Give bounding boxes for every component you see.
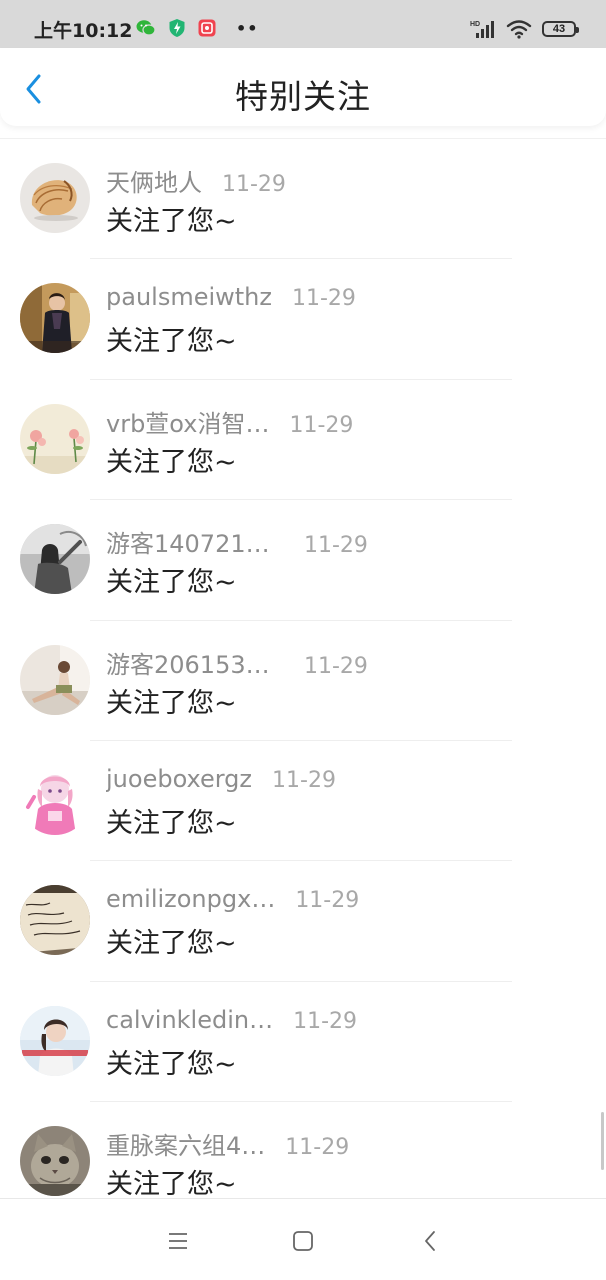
list-item[interactable]: 重脉案六组4… 11-29 关注了您~ <box>0 1102 606 1199</box>
avatar[interactable] <box>20 1005 90 1076</box>
follow-date: 11-29 <box>285 1135 350 1161</box>
follow-date: 11-29 <box>222 172 286 197</box>
notification-icons: •• <box>136 16 258 40</box>
battery-level: 43 <box>552 23 566 35</box>
avatar[interactable] <box>20 403 90 474</box>
user-name[interactable]: 重脉案六组4… <box>106 1126 265 1161</box>
follow-message: 关注了您~ <box>106 807 237 839</box>
follow-message: 关注了您~ <box>106 1048 237 1080</box>
scrollbar[interactable] <box>601 1112 604 1170</box>
follow-date: 11-29 <box>295 888 360 914</box>
nav-back-button[interactable] <box>412 1223 448 1259</box>
list-item[interactable]: juoeboxergz 11-29 关注了您~ <box>0 741 606 862</box>
user-name[interactable]: 游客1407216… <box>106 524 284 559</box>
list-item[interactable]: 游客2061537… 11-29 关注了您~ <box>0 621 606 741</box>
follow-date: 11-29 <box>304 533 368 559</box>
nav-home-button[interactable] <box>285 1223 321 1259</box>
back-icon <box>425 1231 435 1251</box>
avatar[interactable] <box>20 524 90 595</box>
list-item[interactable]: 游客1407216… 11-29 关注了您~ <box>0 500 606 621</box>
item-header: vrb萱ox消智… 11-29 <box>106 404 353 439</box>
follow-message: 关注了您~ <box>106 206 237 237</box>
avatar[interactable] <box>20 1126 90 1197</box>
user-name[interactable]: paulsmeiwthz <box>106 283 272 311</box>
avatar[interactable] <box>20 163 90 233</box>
wifi-icon <box>506 20 532 39</box>
follow-date: 11-29 <box>289 412 354 438</box>
list-item[interactable]: vrb萱ox消智… 11-29 关注了您~ <box>0 380 606 501</box>
list-item[interactable]: calvinkledin… 11-29 关注了您~ <box>0 982 606 1103</box>
avatar[interactable] <box>20 764 90 835</box>
system-nav-bar <box>0 1198 606 1280</box>
item-header: 游客2061537… 11-29 <box>106 645 368 680</box>
screen: 上午10:12 •• HD 43 特别关注 天俩地人 11-29 关注了您~ p… <box>0 0 606 1280</box>
page-title: 特别关注 <box>235 77 371 116</box>
more-notifications-icon: •• <box>236 18 259 38</box>
status-bar: 上午10:12 •• HD 43 <box>0 0 606 48</box>
follow-message: 关注了您~ <box>106 326 237 358</box>
user-name[interactable]: vrb萱ox消智… <box>106 404 269 439</box>
item-header: juoeboxergz 11-29 <box>106 765 336 793</box>
follow-message: 关注了您~ <box>106 567 237 599</box>
list-item[interactable]: paulsmeiwthz 11-29 关注了您~ <box>0 259 606 380</box>
app-header: 特别关注 <box>0 48 606 126</box>
follow-date: 11-29 <box>293 1008 358 1034</box>
user-name[interactable]: 游客2061537… <box>106 645 284 680</box>
user-name[interactable]: calvinkledin… <box>106 1006 273 1034</box>
item-header: 重脉案六组4… 11-29 <box>106 1126 349 1161</box>
follow-message: 关注了您~ <box>106 446 237 478</box>
follow-list[interactable]: 天俩地人 11-29 关注了您~ paulsmeiwthz 11-29 关注了您~ vr… <box>0 138 606 1199</box>
status-time: 上午10:12 <box>34 20 133 42</box>
item-header: paulsmeiwthz 11-29 <box>106 283 356 311</box>
follow-date: 11-29 <box>291 286 356 312</box>
follow-date: 11-29 <box>304 653 368 679</box>
item-header: 天俩地人 11-29 <box>106 163 286 198</box>
list-item[interactable]: emilizonpgx… 11-29 关注了您~ <box>0 861 606 982</box>
nav-menu-button[interactable] <box>160 1223 196 1259</box>
follow-message: 关注了您~ <box>106 687 237 719</box>
shield-bolt-icon <box>169 19 185 37</box>
avatar[interactable] <box>20 644 90 715</box>
battery-icon: 43 <box>542 21 579 37</box>
follow-message: 关注了您~ <box>106 1169 237 1199</box>
signal-icon: HD <box>470 21 494 38</box>
menu-icon <box>169 1233 187 1249</box>
avatar[interactable] <box>20 283 90 354</box>
avatar[interactable] <box>20 885 90 956</box>
item-header: 游客1407216… 11-29 <box>106 524 368 559</box>
system-icons: HD 43 <box>470 16 579 42</box>
item-header: calvinkledin… 11-29 <box>106 1006 357 1034</box>
list-item[interactable]: 天俩地人 11-29 关注了您~ <box>0 139 606 260</box>
user-name[interactable]: 天俩地人 <box>106 163 202 198</box>
follow-message: 关注了您~ <box>106 928 237 960</box>
item-header: emilizonpgx… 11-29 <box>106 885 359 913</box>
network-label: HD <box>470 21 480 28</box>
follow-date: 11-29 <box>272 767 336 793</box>
app-notification-icon <box>198 19 216 37</box>
user-name[interactable]: emilizonpgx… <box>106 885 275 913</box>
user-name[interactable]: juoeboxergz <box>106 765 252 793</box>
home-icon <box>293 1231 313 1251</box>
wechat-icon <box>136 20 156 36</box>
